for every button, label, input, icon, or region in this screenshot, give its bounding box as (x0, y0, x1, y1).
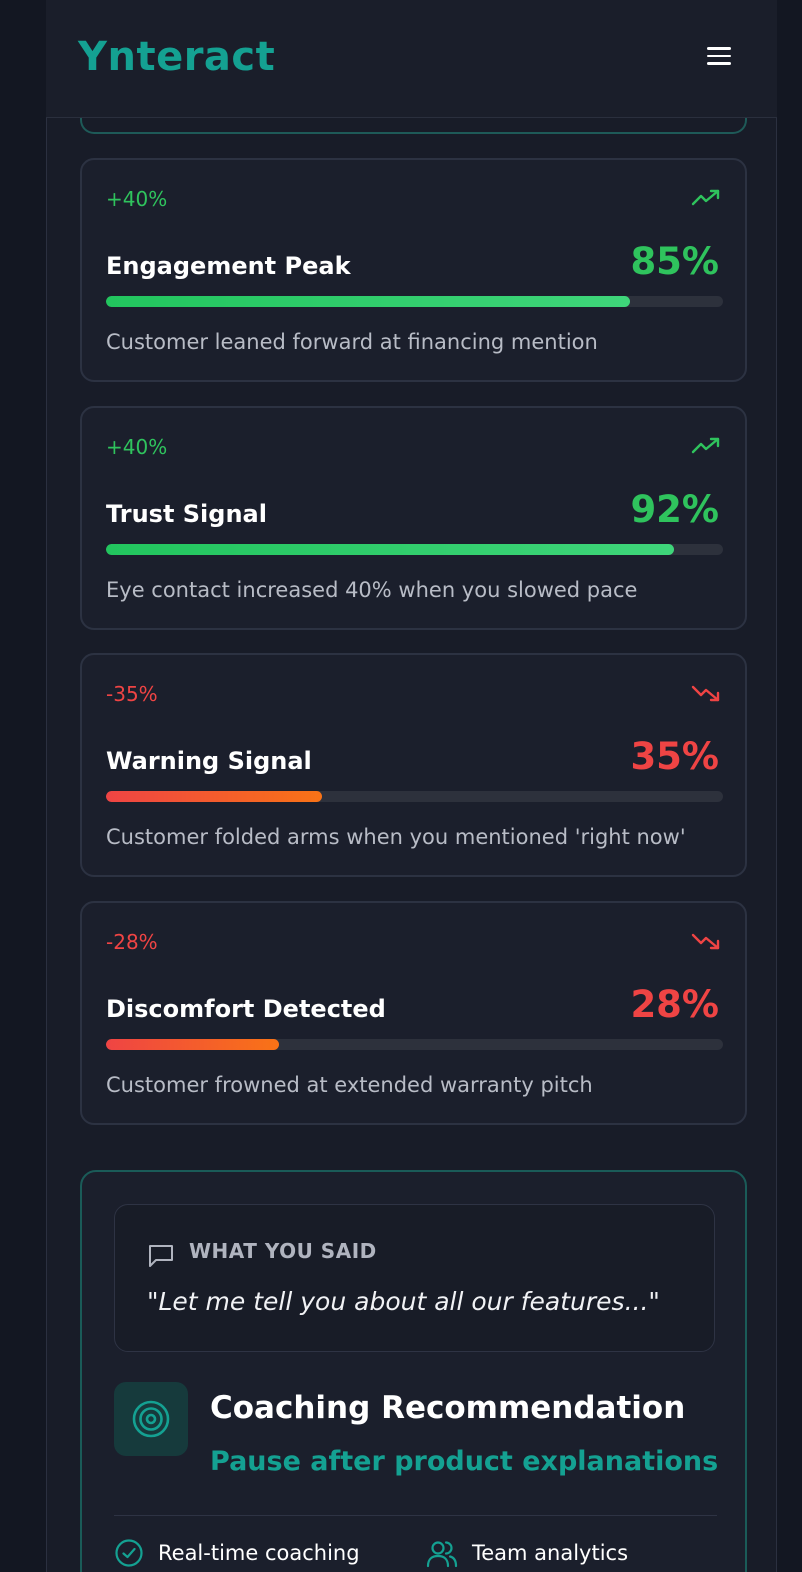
delta-badge: -35% (106, 682, 158, 706)
progress-fill (106, 791, 322, 802)
feature-label: Real-time coaching (158, 1541, 360, 1565)
progress-fill (106, 1039, 279, 1050)
progress-track (106, 1039, 723, 1050)
progress-track (106, 791, 723, 802)
progress-track (106, 296, 723, 307)
insight-description: Customer frowned at extended warranty pi… (106, 1073, 593, 1097)
insight-title: Engagement Peak (106, 252, 351, 280)
insight-card: -28% Discomfort Detected 28% Customer fr… (80, 901, 747, 1125)
trending-up-icon (691, 437, 720, 454)
feature-item: Team analytics (426, 1538, 628, 1568)
check-circle-icon (115, 1539, 143, 1567)
progress-fill (106, 296, 631, 307)
feature-label: Team analytics (472, 1541, 629, 1565)
progress-track (106, 544, 723, 555)
insight-description: Eye contact increased 40% when you slowe… (106, 578, 638, 602)
spoken-quote: "Let me tell you about all our features.… (147, 1287, 660, 1316)
message-square-icon (149, 1245, 173, 1267)
insight-description: Customer folded arms when you mentioned … (106, 825, 686, 849)
insight-percent: 92% (630, 488, 719, 531)
hamburger-menu-icon[interactable] (707, 44, 731, 68)
trending-down-icon (691, 685, 720, 702)
insight-title: Warning Signal (106, 747, 312, 775)
logo[interactable]: Ynteract (78, 34, 275, 80)
insight-card: +40% Trust Signal 92% Eye contact increa… (80, 406, 747, 630)
insight-percent: 28% (630, 983, 719, 1026)
insight-percent: 35% (630, 735, 719, 778)
users-icon (426, 1541, 458, 1568)
trending-down-icon (691, 933, 720, 950)
delta-badge: -28% (106, 930, 158, 954)
progress-fill (106, 544, 674, 555)
coaching-title: Coaching Recommendation (210, 1390, 686, 1426)
coaching-card: WHAT YOU SAID "Let me tell you about all… (80, 1170, 747, 1572)
insight-percent: 85% (630, 240, 719, 283)
insight-card: +40% Engagement Peak 85% Customer leaned… (80, 158, 747, 382)
insight-description: Customer leaned forward at financing men… (106, 330, 598, 354)
insight-card: -35% Warning Signal 35% Customer folded … (80, 653, 747, 877)
insight-title: Trust Signal (106, 500, 267, 528)
what-you-said-label: WHAT YOU SAID (189, 1239, 377, 1263)
feature-item: Real-time coaching (114, 1538, 360, 1568)
target-icon (114, 1382, 188, 1456)
coaching-recommendation: Pause after product explanations (210, 1446, 719, 1477)
delta-badge: +40% (106, 187, 168, 211)
trending-up-icon (691, 189, 720, 206)
insight-title: Discomfort Detected (106, 995, 386, 1023)
what-you-said-box: WHAT YOU SAID "Let me tell you about all… (114, 1204, 715, 1352)
divider (114, 1515, 717, 1516)
delta-badge: +40% (106, 435, 168, 459)
top-header: Ynteract (46, 0, 777, 118)
